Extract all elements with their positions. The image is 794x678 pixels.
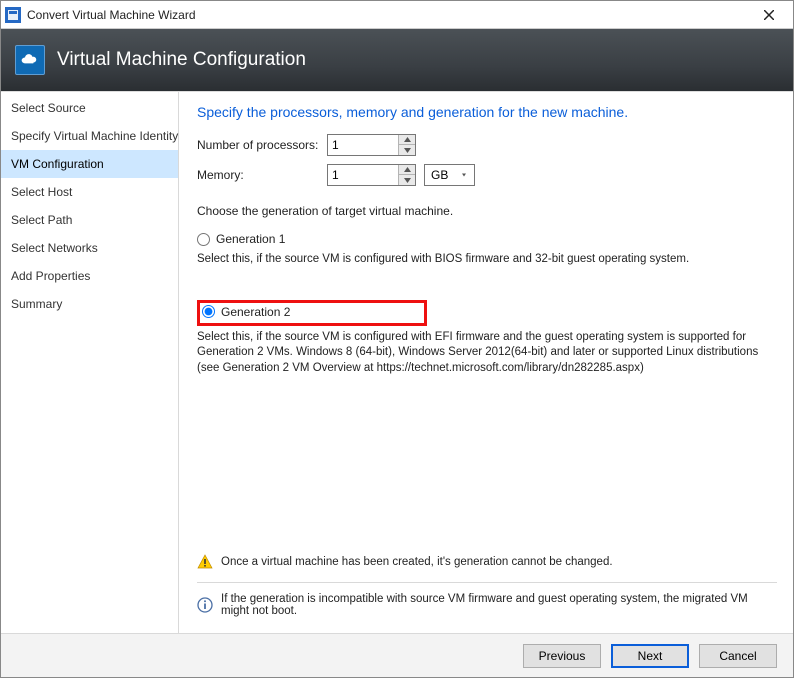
step-select-path[interactable]: Select Path (1, 206, 178, 234)
processors-spin-up[interactable] (399, 135, 415, 145)
memory-label: Memory: (197, 168, 327, 182)
banner: Virtual Machine Configuration (1, 29, 793, 91)
banner-title: Virtual Machine Configuration (57, 49, 306, 71)
info-icon (197, 597, 213, 613)
generation2-radio[interactable] (202, 305, 215, 318)
processors-label: Number of processors: (197, 138, 327, 152)
info-text: If the generation is incompatible with s… (221, 593, 777, 617)
cancel-button[interactable]: Cancel (699, 644, 777, 668)
wizard-footer: Previous Next Cancel (1, 633, 793, 677)
window-title: Convert Virtual Machine Wizard (27, 8, 749, 22)
wizard-body: Select Source Specify Virtual Machine Id… (1, 91, 793, 633)
processors-spinner (327, 134, 416, 156)
info-row: If the generation is incompatible with s… (197, 582, 777, 623)
warning-text: Once a virtual machine has been created,… (221, 556, 613, 568)
generation1-label: Generation 1 (216, 232, 285, 246)
step-select-source[interactable]: Select Source (1, 94, 178, 122)
previous-button[interactable]: Previous (523, 644, 601, 668)
generation1-radio[interactable] (197, 233, 210, 246)
memory-spin-up[interactable] (399, 165, 415, 175)
memory-spin-down[interactable] (399, 175, 415, 185)
step-specify-identity[interactable]: Specify Virtual Machine Identity (1, 122, 178, 150)
app-icon (5, 7, 21, 23)
generation1-radio-row[interactable]: Generation 1 (197, 232, 777, 246)
generation2-radio-row[interactable]: Generation 2 (202, 305, 290, 319)
step-summary[interactable]: Summary (1, 290, 178, 318)
wizard-window: Convert Virtual Machine Wizard Virtual M… (0, 0, 794, 678)
step-add-properties[interactable]: Add Properties (1, 262, 178, 290)
main-panel: Specify the processors, memory and gener… (179, 92, 793, 633)
close-button[interactable] (749, 2, 789, 28)
cloud-icon (15, 45, 45, 75)
processors-spin-down[interactable] (399, 145, 415, 155)
generation2-note: Select this, if the source VM is configu… (197, 330, 777, 377)
next-button[interactable]: Next (611, 644, 689, 668)
page-heading: Specify the processors, memory and gener… (197, 104, 777, 120)
chevron-down-icon (456, 165, 474, 185)
step-vm-configuration[interactable]: VM Configuration (1, 150, 178, 178)
memory-unit-value: GB (425, 168, 456, 182)
warning-row: Once a virtual machine has been created,… (197, 548, 777, 576)
memory-row: Memory: GB (197, 164, 777, 186)
generation2-highlight: Generation 2 (197, 300, 427, 326)
processors-row: Number of processors: (197, 134, 777, 156)
generation2-label: Generation 2 (221, 305, 290, 319)
step-select-networks[interactable]: Select Networks (1, 234, 178, 262)
processors-input[interactable] (328, 135, 398, 155)
memory-input[interactable] (328, 165, 398, 185)
warning-icon (197, 554, 213, 570)
generation1-note: Select this, if the source VM is configu… (197, 252, 777, 268)
memory-unit-combo[interactable]: GB (424, 164, 475, 186)
wizard-steps-sidebar: Select Source Specify Virtual Machine Id… (1, 92, 179, 633)
step-select-host[interactable]: Select Host (1, 178, 178, 206)
memory-spinner (327, 164, 416, 186)
generation-prompt: Choose the generation of target virtual … (197, 204, 777, 218)
titlebar: Convert Virtual Machine Wizard (1, 1, 793, 29)
